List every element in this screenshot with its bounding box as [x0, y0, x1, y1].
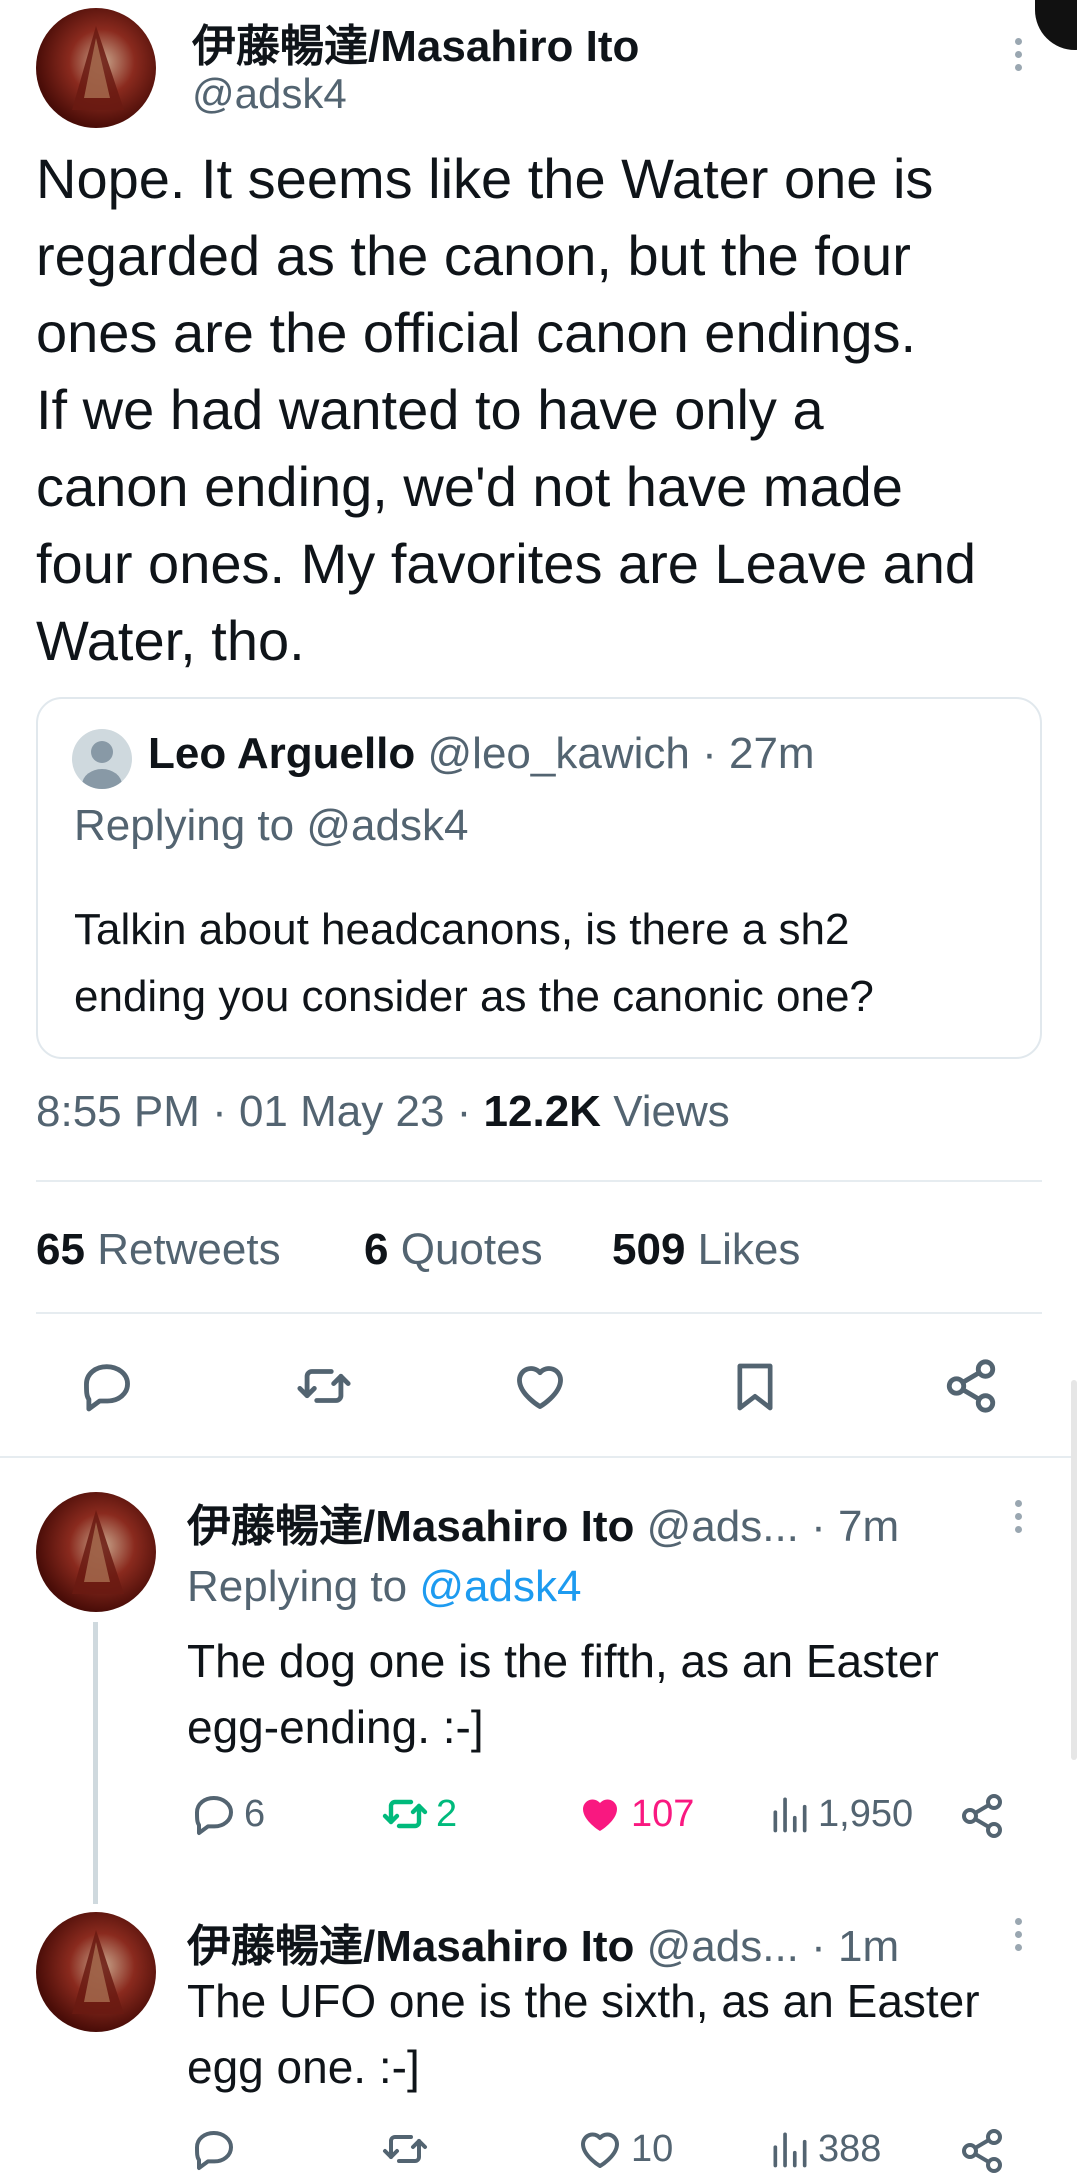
- like-icon: [575, 1790, 625, 1838]
- reply-author-name[interactable]: 伊藤暢達/Masahiro Ito: [187, 1922, 634, 1971]
- thread-line: [93, 1622, 98, 1904]
- reply-time: · 7m: [811, 1502, 900, 1551]
- like-count: 10: [631, 2127, 674, 2170]
- tweet-text-line: If we had wanted to have only a: [36, 378, 824, 441]
- view-count: 1,950: [818, 1792, 914, 1835]
- reply-action[interactable]: [190, 2125, 244, 2173]
- reply-header: 伊藤暢達/Masahiro Ito @ads... · 7m: [187, 1490, 899, 1554]
- tweet-meta: 8:55 PM · 01 May 23 · 12.2K Views: [36, 1087, 730, 1137]
- reply-avatar[interactable]: [36, 1912, 156, 2032]
- views-label: Views: [613, 1087, 730, 1136]
- reply-text-line: The UFO one is the sixth, as an Easter: [187, 1975, 980, 2027]
- tweet-text-line: Water, tho.: [36, 609, 305, 672]
- quoted-time: · 27m: [702, 729, 815, 778]
- quoted-replying-to: Replying to @adsk4: [74, 801, 469, 850]
- like-action[interactable]: 10: [575, 2125, 673, 2173]
- reply-icon: [190, 1790, 238, 1838]
- likes-label: Likes: [697, 1225, 801, 1274]
- replying-to: Replying to @adsk4: [187, 1562, 581, 1612]
- quoted-header: Leo Arguello @leo_kawich · 27m: [148, 729, 815, 779]
- share-icon[interactable]: [958, 1792, 1006, 1840]
- tweet-text-line: ones are the official canon endings.: [36, 301, 917, 364]
- stat-quotes[interactable]: 6 Quotes: [364, 1225, 543, 1275]
- author-avatar[interactable]: [36, 8, 156, 128]
- retweet-action[interactable]: [380, 2125, 436, 2173]
- reply-time: · 1m: [811, 1922, 900, 1971]
- retweets-count: 65: [36, 1225, 85, 1274]
- replying-to-handle[interactable]: @adsk4: [419, 1562, 581, 1611]
- author-name[interactable]: 伊藤暢達/Masahiro Ito: [192, 10, 639, 74]
- reply-author-handle[interactable]: @ads...: [647, 1502, 799, 1551]
- more-options-icon[interactable]: [1015, 1500, 1022, 1533]
- corner-overlay: [1035, 0, 1077, 50]
- quoted-text-line: ending you consider as the canonic one?: [74, 972, 874, 1021]
- retweet-icon: [380, 2125, 430, 2173]
- retweet-icon: [380, 1790, 430, 1838]
- like-count: 107: [631, 1792, 695, 1835]
- quotes-label: Quotes: [400, 1225, 543, 1274]
- tweet-text-line: regarded as the canon, but the four: [36, 224, 911, 287]
- reply-header: 伊藤暢達/Masahiro Ito @ads... · 1m: [187, 1910, 899, 1974]
- reply-text-line: egg one. :-]: [187, 2041, 420, 2093]
- tweet-text-line: four ones. My favorites are Leave and: [36, 532, 977, 595]
- stat-likes[interactable]: 509 Likes: [612, 1225, 800, 1275]
- like-action[interactable]: 107: [575, 1790, 694, 1838]
- retweet-count: 2: [436, 1792, 458, 1835]
- stat-retweets[interactable]: 65 Retweets: [36, 1225, 281, 1275]
- quoted-text: Talkin about headcanons, is there a sh2 …: [74, 896, 874, 1030]
- quotes-count: 6: [364, 1225, 389, 1274]
- tweet-text-line: canon ending, we'd not have made: [36, 455, 903, 518]
- divider: [36, 1312, 1042, 1314]
- reply-icon: [190, 2125, 238, 2173]
- reply-icon[interactable]: [78, 1357, 136, 1415]
- reply-text-line: The dog one is the fifth, as an Easter: [187, 1635, 939, 1687]
- tweet-text: Nope. It seems like the Water one is reg…: [36, 140, 976, 679]
- quoted-text-line: Talkin about headcanons, is there a sh2: [74, 905, 850, 954]
- quoted-avatar-icon: [72, 729, 132, 789]
- reply-author-name[interactable]: 伊藤暢達/Masahiro Ito: [187, 1502, 634, 1551]
- bookmark-icon[interactable]: [727, 1357, 783, 1417]
- share-icon[interactable]: [958, 2127, 1006, 2175]
- view-count: 388: [818, 2127, 882, 2170]
- reply-avatar[interactable]: [36, 1492, 156, 1612]
- likes-count: 509: [612, 1225, 686, 1274]
- reply-text-line: egg-ending. :-]: [187, 1701, 484, 1753]
- divider: [0, 1456, 1077, 1458]
- scrollbar[interactable]: [1071, 1380, 1077, 1760]
- reply-action[interactable]: 6: [190, 1790, 265, 1838]
- quoted-author-name: Leo Arguello: [148, 729, 416, 778]
- timestamp: 8:55 PM · 01 May 23 ·: [36, 1087, 484, 1136]
- quoted-author-handle: @leo_kawich: [427, 729, 690, 778]
- divider: [36, 1180, 1042, 1182]
- views-count[interactable]: 12.2K: [484, 1087, 601, 1136]
- like-icon[interactable]: [510, 1357, 570, 1415]
- more-options-icon[interactable]: [1015, 38, 1022, 71]
- retweets-label: Retweets: [97, 1225, 281, 1274]
- quoted-tweet[interactable]: Leo Arguello @leo_kawich · 27m Replying …: [36, 697, 1042, 1059]
- reply-author-handle[interactable]: @ads...: [647, 1922, 799, 1971]
- retweet-action[interactable]: 2: [380, 1790, 457, 1838]
- like-icon: [575, 2125, 625, 2173]
- share-icon[interactable]: [942, 1357, 1000, 1415]
- more-options-icon[interactable]: [1015, 1918, 1022, 1951]
- tweet-text-line: Nope. It seems like the Water one is: [36, 147, 934, 210]
- replying-to-prefix: Replying to: [187, 1562, 420, 1611]
- reply-count: 6: [244, 1792, 266, 1835]
- views-action[interactable]: 388: [768, 2125, 881, 2173]
- views-icon: [768, 1790, 812, 1838]
- views-icon: [768, 2125, 812, 2173]
- retweet-icon[interactable]: [293, 1357, 355, 1415]
- views-action[interactable]: 1,950: [768, 1790, 913, 1838]
- reply-text: The dog one is the fifth, as an Easter e…: [187, 1628, 939, 1760]
- reply-text: The UFO one is the sixth, as an Easter e…: [187, 1968, 980, 2100]
- author-handle[interactable]: @adsk4: [192, 70, 347, 118]
